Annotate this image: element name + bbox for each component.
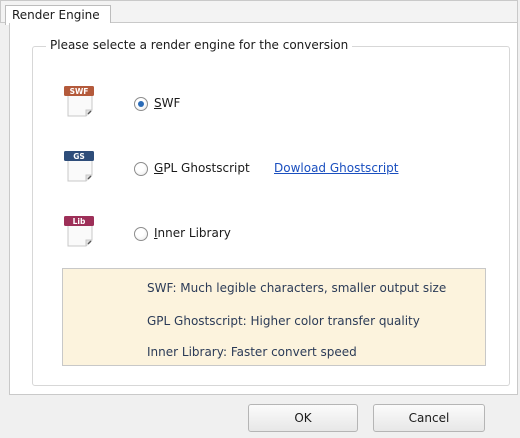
swf-radio[interactable] bbox=[134, 97, 148, 111]
swf-file-icon: SWF bbox=[64, 86, 94, 117]
ghostscript-radio[interactable] bbox=[134, 162, 148, 176]
swf-radio-label[interactable]: SWF bbox=[154, 96, 180, 110]
tab-strip: Render Engine bbox=[0, 0, 518, 25]
ok-button[interactable]: OK bbox=[248, 404, 358, 432]
cancel-button[interactable]: Cancel bbox=[373, 404, 485, 432]
swf-description: SWF: Much legible characters, smaller ou… bbox=[147, 281, 447, 295]
inner-library-description: Inner Library: Faster convert speed bbox=[147, 345, 357, 359]
inner-library-radio-label[interactable]: Inner Library bbox=[154, 226, 231, 240]
inner-library-radio[interactable] bbox=[134, 227, 148, 241]
engine-description-box: SWF: Much legible characters, smaller ou… bbox=[62, 268, 486, 366]
ghostscript-radio-label[interactable]: GPL Ghostscript bbox=[154, 161, 250, 175]
library-file-icon: Lib bbox=[64, 216, 94, 247]
ghostscript-description: GPL Ghostscript: Higher color transfer q… bbox=[147, 314, 420, 328]
engine-option-swf: SWF SWF bbox=[62, 84, 482, 120]
download-ghostscript-link[interactable]: Dowload Ghostscript bbox=[274, 161, 399, 175]
ghostscript-file-icon: GS bbox=[64, 151, 94, 182]
engine-option-ghostscript: GS GPL Ghostscript Dowload Ghostscript bbox=[62, 149, 482, 185]
library-icon-text: Lib bbox=[73, 217, 86, 226]
engine-option-inner-library: Lib Inner Library bbox=[62, 214, 482, 250]
tab-render-engine[interactable]: Render Engine bbox=[5, 5, 111, 25]
ghostscript-icon-text: GS bbox=[73, 152, 85, 161]
tab-label: Render Engine bbox=[12, 8, 100, 22]
group-caption: Please selecte a render engine for the c… bbox=[46, 38, 353, 52]
swf-icon-text: SWF bbox=[70, 87, 89, 96]
